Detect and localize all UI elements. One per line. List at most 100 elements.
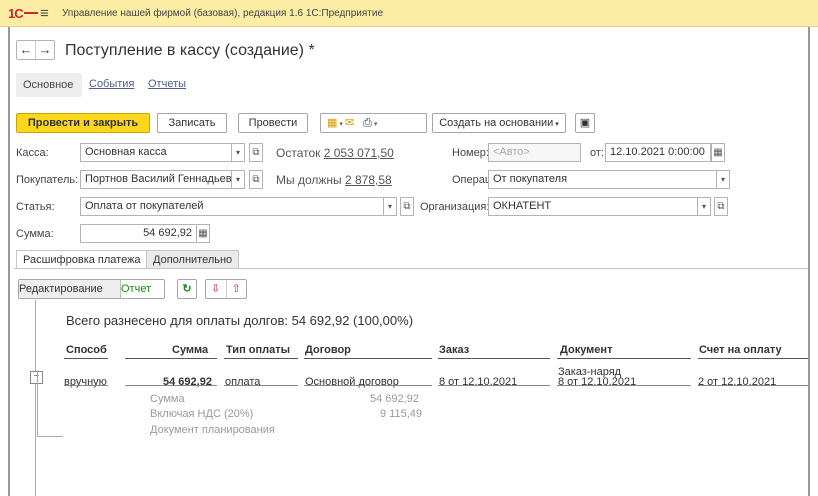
forward-arrow-icon[interactable]: → [36, 41, 54, 59]
email-icon[interactable]: ✉ [345, 117, 354, 129]
calculator-icon[interactable]: ▦ [196, 224, 210, 243]
edit-mode-button[interactable]: Редактирование [19, 280, 121, 298]
mode-toggle: Редактирование Отчет [18, 279, 165, 299]
debt-value[interactable]: 2 878,58 [345, 173, 392, 187]
detail-sum-label: Сумма [150, 393, 185, 405]
row-underline [304, 385, 432, 386]
item-label: Статья: [16, 201, 55, 213]
sort-buttons: ⇩ ⇧ [205, 279, 247, 299]
balance-value[interactable]: 2 053 071,50 [324, 146, 394, 160]
detail-vat-label: Включая НДС (20%) [150, 408, 254, 420]
app-title: Управление нашей фирмой (базовая), редак… [62, 8, 384, 19]
debt-label: Мы должны [276, 173, 342, 187]
row-underline [438, 385, 550, 386]
structure-icon[interactable]: ▣ [575, 113, 595, 133]
open-buyer-icon[interactable]: ⧉ [249, 170, 263, 189]
number-label: Номер: [452, 147, 489, 159]
date-field[interactable]: 12.10.2021 0:00:00 [605, 143, 711, 162]
calendar-icon[interactable]: ▦ [711, 143, 725, 162]
tree-line [37, 370, 38, 436]
row-underline [224, 385, 298, 386]
create-based-on-button[interactable]: Создать на основании ▾ [432, 113, 566, 133]
operation-field[interactable]: От покупателя [488, 170, 717, 189]
buyer-field[interactable]: Портнов Василий Геннадьевич [80, 170, 232, 189]
header-underline [125, 358, 217, 359]
row-document[interactable]: 8 от 12.10.2021 [558, 376, 636, 388]
row-underline [698, 385, 808, 386]
cash-label: Касса: [16, 147, 49, 159]
sort-desc-icon[interactable]: ⇩ [206, 280, 227, 298]
column-header-sum: Сумма [172, 344, 209, 356]
header-underline [64, 358, 108, 359]
tab-additional[interactable]: Дополнительно [146, 250, 240, 269]
operation-dropdown-icon[interactable]: ▾ [716, 170, 730, 189]
title-bar: 1С ≡ Управление нашей фирмой (базовая), … [0, 0, 818, 27]
frame-border-left [8, 27, 10, 496]
header-underline [698, 358, 808, 359]
tab-payment-breakdown[interactable]: Расшифровка платежа [16, 250, 148, 269]
row-underline [64, 385, 108, 386]
buyer-label: Покупатель: [16, 174, 79, 186]
sum-label: Сумма: [16, 228, 54, 240]
number-field[interactable]: <Авто> [488, 143, 581, 162]
column-header-method: Способ [66, 344, 107, 356]
column-header-contract: Договор [305, 344, 351, 356]
org-label: Организация: [420, 201, 490, 213]
row-order[interactable]: 8 от 12.10.2021 [439, 376, 517, 388]
debt-info: Мы должны 2 878,58 [276, 173, 392, 187]
tab-main[interactable]: Основное [16, 73, 82, 97]
detail-vat-value: 9 115,49 [380, 408, 423, 420]
open-item-icon[interactable]: ⧉ [400, 197, 414, 216]
sort-asc-icon[interactable]: ⇧ [227, 280, 247, 298]
row-invoice[interactable]: 2 от 12.10.2021 [698, 376, 776, 388]
column-header-document: Документ [560, 344, 613, 356]
header-underline [557, 358, 691, 359]
report-mode-button[interactable]: Отчет [121, 280, 164, 298]
tree-line [37, 436, 63, 437]
detail-plan-label: Документ планирования [150, 424, 275, 436]
open-cash-icon[interactable]: ⧉ [249, 143, 263, 162]
document-icon[interactable]: ▦ [327, 117, 337, 129]
column-header-pay-type: Тип оплаты [226, 344, 291, 356]
post-and-close-button[interactable]: Провести и закрыть [16, 113, 150, 133]
row-pay-type[interactable]: оплата [225, 376, 260, 388]
menu-icon[interactable]: ≡ [40, 5, 49, 22]
detail-sum-value: 54 692,92 [370, 393, 419, 405]
printer-icon[interactable]: ⎙ [363, 117, 372, 129]
cash-field[interactable]: Основная касса [80, 143, 232, 162]
sum-field[interactable]: 54 692,92 [80, 224, 197, 243]
org-field[interactable]: ОКНАТЕНТ [488, 197, 698, 216]
row-underline [557, 385, 691, 386]
tab-events[interactable]: События [89, 78, 134, 90]
header-underline [438, 358, 550, 359]
row-method[interactable]: вручную [64, 376, 107, 388]
date-label: от: [590, 147, 604, 159]
header-underline [224, 358, 298, 359]
allocation-summary: Всего разнесено для оплаты долгов: 54 69… [66, 313, 414, 328]
header-underline [304, 358, 432, 359]
balance-label: Остаток [276, 146, 321, 160]
item-dropdown-icon[interactable]: ▾ [383, 197, 397, 216]
refresh-icon[interactable]: ↻ [177, 279, 197, 299]
column-header-invoice: Счет на оплату [699, 344, 782, 356]
item-field[interactable]: Оплата от покупателей [80, 197, 384, 216]
nav-buttons: ← → [16, 40, 55, 60]
row-sum[interactable]: 54 692,92 [163, 376, 212, 388]
org-dropdown-icon[interactable]: ▾ [697, 197, 711, 216]
back-arrow-icon[interactable]: ← [17, 41, 36, 59]
create-based-label: Создать на основании [439, 117, 554, 129]
cash-dropdown-icon[interactable]: ▾ [231, 143, 245, 162]
post-button[interactable]: Провести [238, 113, 308, 133]
row-underline [125, 385, 217, 386]
page-title: Поступление в кассу (создание) * [65, 42, 315, 59]
row-contract[interactable]: Основной договор [305, 376, 399, 388]
column-header-order: Заказ [439, 344, 470, 356]
tab-divider [14, 268, 808, 269]
buyer-dropdown-icon[interactable]: ▾ [231, 170, 245, 189]
tab-reports[interactable]: Отчеты [148, 78, 186, 90]
balance-info: Остаток 2 053 071,50 [276, 146, 394, 160]
print-toolbar-group[interactable]: ▦ ▾ ✉ ⎙ ▾ [320, 113, 427, 133]
save-button[interactable]: Записать [157, 113, 227, 133]
app-logo[interactable]: 1С [8, 6, 38, 21]
open-org-icon[interactable]: ⧉ [714, 197, 728, 216]
